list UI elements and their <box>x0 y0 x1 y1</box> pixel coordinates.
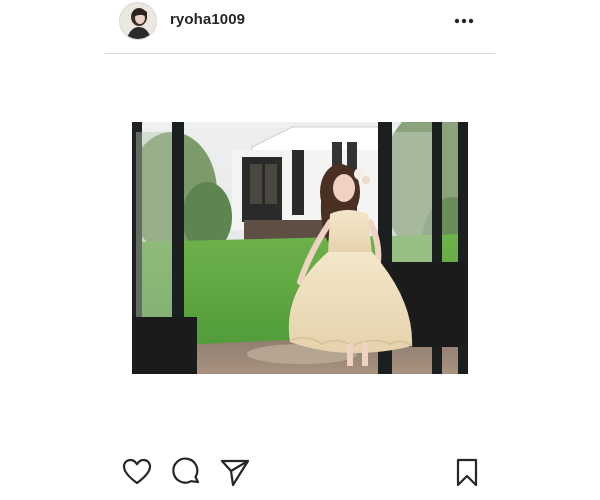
heart-icon[interactable] <box>121 456 153 488</box>
bookmark-icon[interactable] <box>451 456 483 488</box>
photo-image <box>132 122 468 374</box>
avatar[interactable] <box>119 2 157 40</box>
post-header: ryoha1009 <box>105 0 495 54</box>
instagram-post: ryoha1009 <box>0 0 600 500</box>
comment-icon[interactable] <box>171 456 203 488</box>
paper-plane-icon[interactable] <box>219 456 251 488</box>
more-options-icon[interactable] <box>453 14 475 28</box>
avatar-image <box>120 3 156 39</box>
username[interactable]: ryoha1009 <box>170 11 245 28</box>
post-photo <box>132 122 468 374</box>
post-actions <box>105 456 495 490</box>
